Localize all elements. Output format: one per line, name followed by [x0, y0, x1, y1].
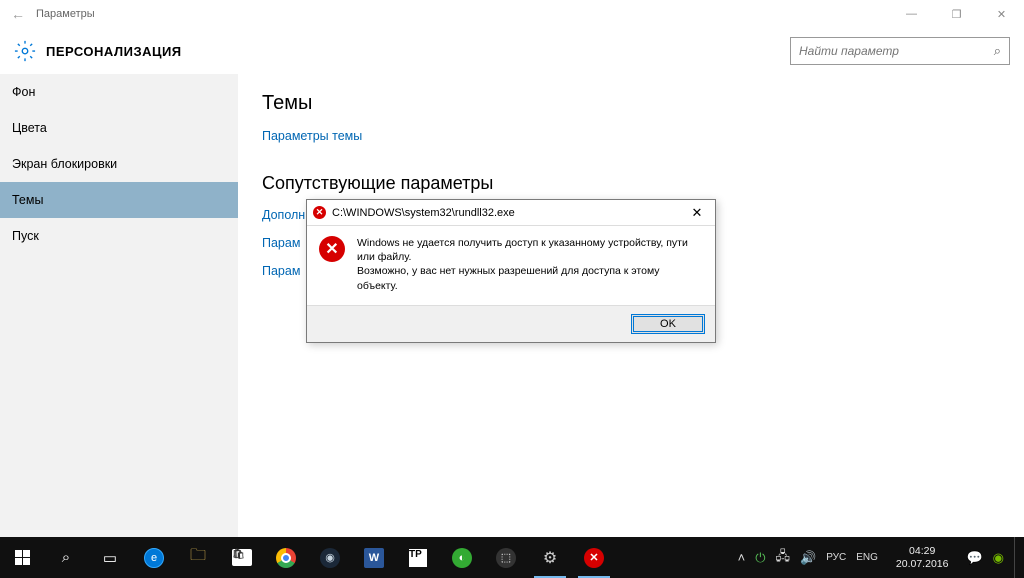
close-button[interactable]: ✕	[979, 0, 1024, 28]
tray-lang1[interactable]: РУС	[826, 552, 846, 563]
header: ПЕРСОНАЛИЗАЦИЯ ⌕	[0, 28, 1024, 74]
steam-icon: ◉	[320, 548, 340, 568]
taskbar-app-util[interactable]: ⬚	[484, 537, 528, 578]
taskbar-app-edge[interactable]: e	[132, 537, 176, 578]
search-icon: ⌕	[994, 43, 1001, 59]
window-title: Параметры	[36, 8, 889, 20]
sidebar-item-label: Цвета	[12, 121, 47, 135]
chrome-icon	[276, 548, 296, 568]
sidebar-item-label: Темы	[12, 193, 43, 207]
section-title: ПЕРСОНАЛИЗАЦИЯ	[46, 44, 790, 59]
minimize-button[interactable]: —	[889, 0, 934, 28]
taskbar: ⌕ ▭ e 🗀 🛍 ◉ W TP ◐ ⬚ ⚙ ✕ ˄ ⏻ 🖧 🔊 РУС ENG…	[0, 537, 1024, 578]
word-icon: W	[364, 548, 384, 568]
tray-volume-icon[interactable]: 🔊	[800, 550, 816, 566]
dialog-message: Windows не удается получить доступ к ука…	[357, 236, 703, 293]
clock-time: 04:29	[896, 545, 949, 558]
tray-chevron-icon[interactable]: ˄	[738, 550, 746, 565]
windows-logo-icon	[15, 550, 30, 565]
tray-network-icon[interactable]: 🖧	[776, 547, 791, 569]
sidebar-item-lockscreen[interactable]: Экран блокировки	[0, 146, 238, 182]
dialog-buttons: OK	[307, 305, 715, 342]
green-icon: ◐	[452, 548, 472, 568]
tray-power-icon[interactable]: ⏻	[755, 550, 765, 566]
sidebar-item-colors[interactable]: Цвета	[0, 110, 238, 146]
show-desktop-button[interactable]	[1014, 537, 1020, 578]
dialog-title: C:\WINDOWS\system32\rundll32.exe	[332, 207, 685, 219]
taskbar-app-steam[interactable]: ◉	[308, 537, 352, 578]
taskbar-app-explorer[interactable]: 🗀	[176, 537, 220, 578]
tray-nvidia-icon[interactable]: ◉	[993, 550, 1004, 566]
folder-icon: 🗀	[190, 544, 206, 571]
taskbar-app-error[interactable]: ✕	[572, 537, 616, 578]
start-button[interactable]	[0, 537, 44, 578]
sidebar-item-label: Фон	[12, 85, 35, 99]
taskbar-app-word[interactable]: W	[352, 537, 396, 578]
error-icon-small: ✕	[313, 206, 326, 219]
util-icon: ⬚	[496, 548, 516, 568]
taskview-button[interactable]: ▭	[88, 537, 132, 578]
search-box[interactable]: ⌕	[790, 37, 1010, 65]
maximize-button[interactable]: ❐	[934, 0, 979, 28]
taskbar-app-store[interactable]: 🛍	[220, 537, 264, 578]
tray-lang2[interactable]: ENG	[856, 552, 878, 563]
dialog-titlebar: ✕ C:\WINDOWS\system32\rundll32.exe ✕	[307, 200, 715, 226]
gear-icon	[14, 40, 36, 62]
system-tray: ˄ ⏻ 🖧 🔊 РУС ENG 04:29 20.07.2016 💬 ◉	[738, 537, 1024, 578]
taskbar-app-tp[interactable]: TP	[396, 537, 440, 578]
clock[interactable]: 04:29 20.07.2016	[888, 545, 957, 570]
store-icon: 🛍	[232, 549, 252, 566]
clock-date: 20.07.2016	[896, 558, 949, 571]
taskbar-app-green[interactable]: ◐	[440, 537, 484, 578]
link-theme-settings[interactable]: Параметры темы	[262, 129, 1000, 143]
sidebar-item-label: Экран блокировки	[12, 157, 117, 171]
sidebar-item-label: Пуск	[12, 229, 39, 243]
dialog-body: ✕ Windows не удается получить доступ к у…	[307, 226, 715, 305]
sidebar-item-background[interactable]: Фон	[0, 74, 238, 110]
edge-icon: e	[144, 548, 164, 568]
content-heading-themes: Темы	[262, 92, 1000, 115]
ok-button[interactable]: OK	[631, 314, 705, 334]
sidebar-item-themes[interactable]: Темы	[0, 182, 238, 218]
taskbar-app-settings[interactable]: ⚙	[528, 537, 572, 578]
error-dialog: ✕ C:\WINDOWS\system32\rundll32.exe ✕ ✕ W…	[306, 199, 716, 343]
content-heading-related: Сопутствующие параметры	[262, 173, 1000, 194]
taskbar-app-chrome[interactable]	[264, 537, 308, 578]
search-button[interactable]: ⌕	[44, 537, 88, 578]
dialog-line1: Windows не удается получить доступ к ука…	[357, 236, 703, 264]
sidebar: Фон Цвета Экран блокировки Темы Пуск	[0, 74, 238, 537]
titlebar: ← Параметры — ❐ ✕	[0, 0, 1024, 28]
window-controls: — ❐ ✕	[889, 0, 1024, 28]
taskview-icon: ▭	[103, 549, 117, 567]
tray-notifications-icon[interactable]: 💬	[966, 550, 982, 566]
back-button[interactable]: ←	[8, 4, 28, 24]
dialog-line2: Возможно, у вас нет нужных разрешений дл…	[357, 264, 703, 292]
error-icon: ✕	[319, 236, 345, 262]
gear-icon: ⚙	[543, 548, 557, 568]
dialog-close-button[interactable]: ✕	[685, 205, 709, 221]
error-icon: ✕	[584, 548, 604, 568]
sidebar-item-start[interactable]: Пуск	[0, 218, 238, 254]
search-input[interactable]	[799, 44, 994, 58]
search-icon: ⌕	[62, 549, 70, 566]
tp-icon: TP	[409, 549, 427, 567]
